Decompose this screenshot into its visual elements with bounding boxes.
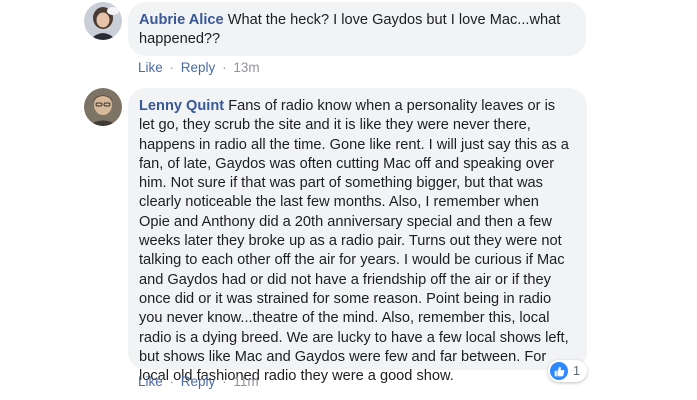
like-button[interactable]: Like — [138, 60, 163, 75]
comment-timestamp[interactable]: 11m — [233, 374, 258, 389]
comment-actions: Like · Reply · 11m — [138, 374, 259, 389]
avatar[interactable] — [84, 2, 122, 40]
separator-dot: · — [169, 60, 175, 75]
separator-dot: · — [169, 374, 175, 389]
comment-author[interactable]: Aubrie Alice — [139, 12, 224, 28]
thumbs-up-icon — [550, 362, 568, 380]
comment-bubble: Aubrie Alice What the heck? I love Gaydo… — [128, 2, 586, 56]
reply-button[interactable]: Reply — [181, 60, 216, 75]
avatar-photo-icon — [84, 88, 122, 126]
separator-dot: · — [222, 374, 227, 389]
comment-author[interactable]: Lenny Quint — [139, 98, 224, 114]
reaction-count: 1 — [573, 364, 580, 378]
comment-bubble: Lenny Quint Fans of radio know when a pe… — [128, 88, 587, 384]
comment-timestamp[interactable]: 13m — [233, 60, 259, 75]
comment-text: Fans of radio know when a personality le… — [139, 98, 569, 385]
reply-button[interactable]: Reply — [181, 374, 216, 389]
comment-actions: Like · Reply · 13m — [138, 60, 260, 75]
reaction-summary[interactable]: 1 — [548, 360, 587, 382]
avatar-photo-icon — [84, 2, 122, 40]
like-button[interactable]: Like — [138, 374, 163, 389]
separator-dot: · — [222, 60, 227, 75]
avatar[interactable] — [84, 88, 122, 126]
